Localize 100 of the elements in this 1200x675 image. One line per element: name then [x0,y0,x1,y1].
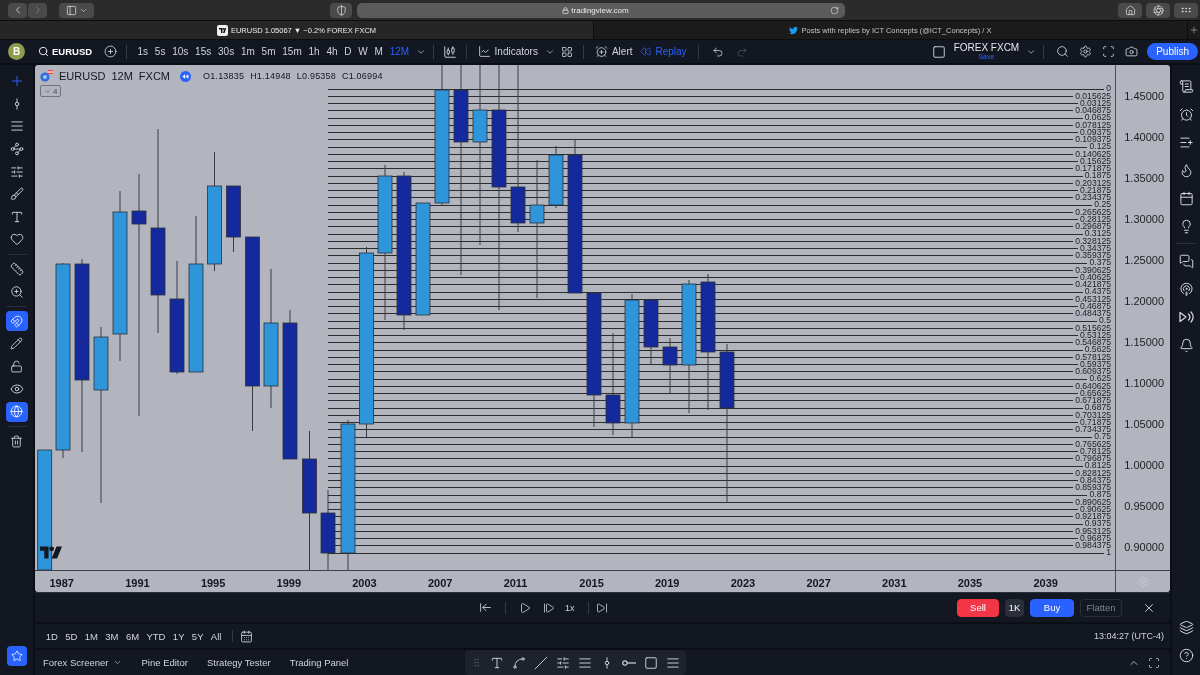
back-button[interactable] [8,2,27,18]
rewind-icon[interactable] [180,70,192,82]
interval-button[interactable]: 4h [323,46,341,57]
interval-button[interactable]: 10s [168,46,192,57]
lines-icon[interactable] [578,655,593,670]
interval-button[interactable]: W [354,46,372,57]
rectangle-icon[interactable] [644,655,659,670]
candlestick-icon[interactable] [442,44,457,59]
globe-button[interactable] [5,401,28,422]
lines-icon[interactable] [9,119,24,134]
plus-icon[interactable] [1189,25,1199,35]
play-waves-icon[interactable] [1178,311,1194,323]
publish-button[interactable]: Publish [1147,43,1198,60]
interval-button[interactable]: 5s [151,46,169,57]
interval-button[interactable]: 12M [386,46,413,57]
path-icon[interactable] [512,655,527,670]
interval-button[interactable]: 1h [305,46,324,57]
fib-level-label: 0.34375 [1079,244,1111,253]
buy-button[interactable]: Buy [1030,598,1074,617]
square-icon[interactable] [931,44,946,59]
interval-button[interactable]: M [371,46,387,57]
trash-icon[interactable] [10,434,23,448]
interval-button[interactable]: D [340,46,355,57]
interval-button[interactable]: 1m [237,46,259,57]
apps-button[interactable] [1174,2,1198,18]
sliders-icon[interactable] [556,655,571,670]
range-button[interactable]: 5Y [188,630,208,642]
range-button[interactable]: 1Y [169,630,189,642]
eye-icon[interactable] [9,382,24,396]
interval-button[interactable]: 15s [191,46,215,57]
star-button[interactable] [6,646,27,666]
alarm-clock-icon[interactable] [1178,106,1194,122]
maximize-icon[interactable] [1148,656,1160,669]
ray-icon[interactable] [622,659,637,666]
magnet-button[interactable] [5,311,28,332]
speed-button[interactable]: 1x [559,602,581,613]
quantity-button[interactable]: 1K [1005,598,1024,617]
interval-button[interactable]: 5m [258,46,279,57]
privacy-button[interactable] [330,2,352,18]
bell-icon[interactable] [1178,337,1194,353]
panel-tab[interactable]: Forex Screener [43,657,123,668]
sidebar-button[interactable] [59,2,94,18]
range-button[interactable]: 1M [81,630,102,642]
sliders-icon[interactable] [9,164,24,179]
home-button[interactable] [1118,2,1142,18]
calendar-icon[interactable] [1178,190,1194,206]
interval-button[interactable]: 1s [134,46,152,57]
range-button[interactable]: 6M [122,630,143,642]
heart-icon[interactable] [9,232,24,247]
step-forward-icon[interactable] [543,601,555,614]
brush-icon[interactable] [9,187,24,202]
legend-toggle-button[interactable]: 4 [40,85,62,97]
indicators-button[interactable]: Indicators [473,45,542,58]
calendar-icon[interactable] [240,629,254,643]
sell-button[interactable]: Sell [957,598,999,617]
alert-button[interactable]: Alert [590,45,637,58]
panel-tab[interactable]: Strategy Tester [206,657,271,668]
fullscreen-icon[interactable] [1102,45,1116,58]
lines-icon[interactable] [666,655,681,670]
reload-icon[interactable] [830,5,839,15]
layout-name-button[interactable]: FOREX FXCM [953,42,1020,53]
layers-icon[interactable] [1178,619,1194,635]
range-button[interactable]: YTD [142,630,170,642]
list-plus-icon[interactable] [1178,134,1194,150]
open-lock-icon[interactable] [10,359,23,373]
ruler-icon[interactable] [9,262,24,277]
nodes-icon[interactable] [9,142,24,157]
undo-icon[interactable] [711,45,724,58]
range-button[interactable]: 3M [101,630,123,642]
arrow-to-line-icon[interactable] [479,601,492,614]
plus-circle-icon[interactable] [104,45,118,58]
chat-icon[interactable] [1178,253,1194,269]
range-button[interactable]: 5D [61,630,82,642]
grid-icon[interactable] [560,45,573,58]
range-button[interactable]: All [207,630,226,642]
camera-icon[interactable] [1125,45,1139,58]
panel-tab[interactable]: Pine Editor [141,657,188,668]
settings-icon[interactable] [1079,45,1093,58]
zoom-in-icon[interactable] [9,284,24,299]
price-label: 1.30000 [1124,213,1164,225]
panel-tab[interactable]: Trading Panel [289,657,349,668]
extension-button[interactable] [1146,2,1170,18]
text-icon[interactable] [490,655,505,670]
range-button[interactable]: 1D [42,630,62,642]
play-icon[interactable] [519,601,531,614]
pencil-icon[interactable] [10,337,23,351]
skip-forward-icon[interactable] [595,601,608,614]
line-icon[interactable] [534,655,549,670]
symbol-search-button[interactable]: EURUSD [38,46,93,57]
text-icon[interactable] [9,209,24,224]
interval-button[interactable]: 30s [214,46,238,57]
year-label: 2035 [957,576,983,589]
broadcast-icon[interactable] [1178,281,1194,297]
search-icon[interactable] [1056,45,1070,58]
flame-icon[interactable] [1178,162,1194,178]
scroll-icon[interactable] [1178,78,1194,94]
help-icon[interactable] [1178,647,1194,663]
interval-button[interactable]: 15m [278,46,306,57]
address-field[interactable]: tradingview.com [357,2,845,18]
replay-button[interactable]: Replay [636,46,691,57]
